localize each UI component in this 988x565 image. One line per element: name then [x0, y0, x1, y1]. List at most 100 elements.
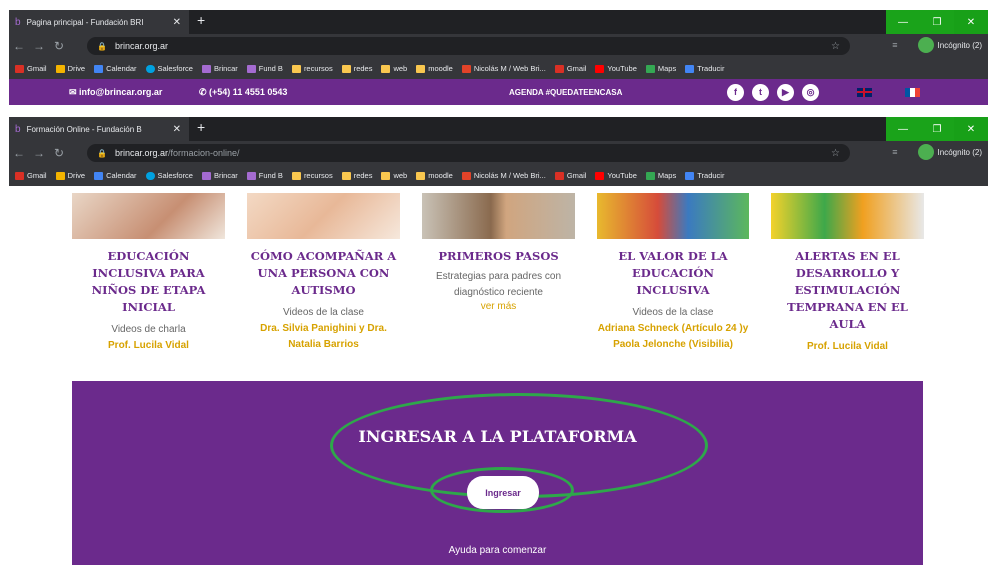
bookmark-youtube[interactable]: YouTube	[595, 64, 637, 73]
see-more-link[interactable]: ver más	[422, 301, 575, 312]
card-image[interactable]	[247, 193, 400, 239]
bookmark-nicolas[interactable]: Nicolás M / Web Bri...	[461, 64, 546, 73]
course-card: EL VALOR DE LA EDUCACIÓN INCLUSIVA Video…	[597, 248, 749, 353]
bookmark-drive[interactable]: Drive	[55, 64, 85, 73]
card-image[interactable]	[771, 193, 924, 239]
browser-window-main: b Pagina principal - Fundación BRI ✕ + —…	[9, 10, 988, 105]
url-input[interactable]: 🔒 brincar.org.ar /formacion-online/ ☆	[87, 144, 850, 162]
bookmark-maps[interactable]: Maps	[645, 64, 676, 73]
course-author: Adriana Schneck (Artículo 24 )y Paola Je…	[597, 323, 749, 350]
tab-formacion[interactable]: b Formación Online - Fundación B ✕	[9, 117, 189, 141]
bookmark-maps[interactable]: Maps	[645, 171, 676, 180]
new-tab-icon[interactable]: +	[197, 119, 205, 135]
maximize-icon[interactable]: ❐	[920, 117, 954, 141]
media-icon[interactable]: ≡	[892, 40, 897, 50]
tab-home[interactable]: b Pagina principal - Fundación BRI ✕	[9, 10, 189, 34]
course-author: Dra. Silvia Panighini y Dra. Natalia Bar…	[260, 323, 387, 350]
bookmark-traducir[interactable]: Traducir	[685, 64, 724, 73]
bookmark-fundb[interactable]: Fund B	[246, 64, 283, 73]
maximize-icon[interactable]: ❐	[920, 10, 954, 34]
bookmark-recursos[interactable]: recursos	[291, 64, 333, 73]
bookmark-youtube[interactable]: YouTube	[595, 171, 637, 180]
bookmark-nicolas[interactable]: Nicolás M / Web Bri...	[461, 171, 546, 180]
help-link[interactable]: Ayuda para comenzar	[72, 545, 923, 556]
bookmark-star-icon[interactable]: ☆	[831, 148, 840, 159]
bookmark-brincar[interactable]: Brincar	[201, 64, 238, 73]
bookmark-gmail[interactable]: Gmail	[15, 64, 47, 73]
bookmark-salesforce[interactable]: Salesforce	[145, 171, 193, 180]
bookmark-recursos[interactable]: recursos	[291, 171, 333, 180]
tab-title: Pagina principal - Fundación BRI	[26, 17, 144, 27]
bookmark-star-icon[interactable]: ☆	[831, 41, 840, 52]
bookmark-calendar[interactable]: Calendar	[94, 64, 137, 73]
course-card: PRIMEROS PASOS Estrategias para padres c…	[422, 248, 575, 312]
close-window-icon[interactable]: ✕	[954, 117, 988, 141]
youtube-icon[interactable]: ▶	[777, 83, 794, 101]
bookmark-brincar[interactable]: Brincar	[201, 171, 238, 180]
twitter-icon[interactable]: t	[752, 83, 769, 101]
contact-email[interactable]: ✉ info@brincar.org.ar	[69, 87, 162, 98]
course-title[interactable]: ALERTAS EN EL DESARROLLO Y ESTIMULACIÓN …	[771, 248, 924, 333]
bookmark-redes[interactable]: redes	[341, 171, 372, 180]
course-title[interactable]: PRIMEROS PASOS	[422, 248, 575, 265]
course-subtitle: Videos de charla	[111, 324, 186, 335]
instagram-icon[interactable]: ◎	[802, 83, 819, 101]
incognito-indicator[interactable]: ≡ Incógnito (2)	[892, 144, 982, 160]
platform-section: INGRESAR A LA PLATAFORMA Ingresar Ayuda …	[72, 381, 923, 565]
bookmark-web[interactable]: web	[381, 64, 407, 73]
course-title[interactable]: EDUCACIÓN INCLUSIVA PARA NIÑOS DE ETAPA …	[72, 248, 225, 316]
incognito-icon	[917, 144, 934, 160]
lock-icon: 🔒	[97, 148, 107, 158]
uk-flag-icon[interactable]	[857, 87, 872, 97]
minimize-icon[interactable]: —	[886, 10, 920, 34]
tab-strip-2: b Formación Online - Fundación B ✕ + — ❐…	[9, 117, 988, 141]
bookmark-calendar[interactable]: Calendar	[94, 171, 137, 180]
window-controls: — ❐ ✕	[886, 10, 988, 34]
bookmark-moodle[interactable]: moodle	[416, 171, 453, 180]
facebook-icon[interactable]: f	[727, 83, 744, 101]
close-tab-icon[interactable]: ✕	[173, 17, 181, 28]
reload-icon[interactable]: ↻	[49, 39, 69, 53]
minimize-icon[interactable]: —	[886, 117, 920, 141]
incognito-indicator[interactable]: ≡ Incógnito (2)	[892, 37, 982, 53]
bookmark-web[interactable]: web	[381, 171, 407, 180]
bookmark-fundb[interactable]: Fund B	[246, 171, 283, 180]
window-controls: — ❐ ✕	[886, 117, 988, 141]
bookmark-gmail-2[interactable]: Gmail	[554, 171, 586, 180]
incognito-label: Incógnito (2)	[937, 40, 982, 50]
course-card: ALERTAS EN EL DESARROLLO Y ESTIMULACIÓN …	[771, 248, 924, 355]
bookmark-drive[interactable]: Drive	[55, 171, 85, 180]
card-image[interactable]	[597, 193, 749, 239]
back-icon[interactable]: ←	[9, 39, 29, 53]
close-window-icon[interactable]: ✕	[954, 10, 988, 34]
course-subtitle: Videos de la clase	[283, 307, 364, 318]
bookmark-redes[interactable]: redes	[341, 64, 372, 73]
bookmark-traducir[interactable]: Traducir	[685, 171, 724, 180]
lock-icon: 🔒	[97, 41, 107, 51]
reload-icon[interactable]: ↻	[49, 146, 69, 160]
contact-phone[interactable]: ✆ (+54) 11 4551 0543	[199, 87, 287, 98]
address-bar-row: ← → ↻ 🔒 brincar.org.ar /formacion-online…	[9, 141, 988, 165]
course-card: CÓMO ACOMPAÑAR A UNA PERSONA CON AUTISMO…	[247, 248, 400, 353]
course-title[interactable]: CÓMO ACOMPAÑAR A UNA PERSONA CON AUTISMO	[247, 248, 400, 299]
close-tab-icon[interactable]: ✕	[173, 124, 181, 135]
media-icon[interactable]: ≡	[892, 147, 897, 157]
forward-icon[interactable]: →	[29, 146, 49, 160]
france-flag-icon[interactable]	[905, 87, 920, 97]
bookmark-salesforce[interactable]: Salesforce	[145, 64, 193, 73]
back-icon[interactable]: ←	[9, 146, 29, 160]
agenda-link[interactable]: AGENDA #QUEDATEENCASA	[509, 88, 622, 97]
ingresar-button[interactable]: Ingresar	[467, 476, 539, 509]
tab-strip: b Pagina principal - Fundación BRI ✕ + —…	[9, 10, 988, 34]
course-title[interactable]: EL VALOR DE LA EDUCACIÓN INCLUSIVA	[597, 248, 749, 299]
card-image[interactable]	[72, 193, 225, 239]
site-top-bar: ✉ info@brincar.org.ar ✆ (+54) 11 4551 05…	[9, 79, 988, 105]
forward-icon[interactable]: →	[29, 39, 49, 53]
url-path: /formacion-online/	[168, 148, 240, 158]
bookmark-gmail-2[interactable]: Gmail	[554, 64, 586, 73]
new-tab-icon[interactable]: +	[197, 12, 205, 28]
bookmark-gmail[interactable]: Gmail	[15, 171, 47, 180]
card-image[interactable]	[422, 193, 575, 239]
url-input[interactable]: 🔒 brincar.org.ar ☆	[87, 37, 850, 55]
bookmark-moodle[interactable]: moodle	[416, 64, 453, 73]
